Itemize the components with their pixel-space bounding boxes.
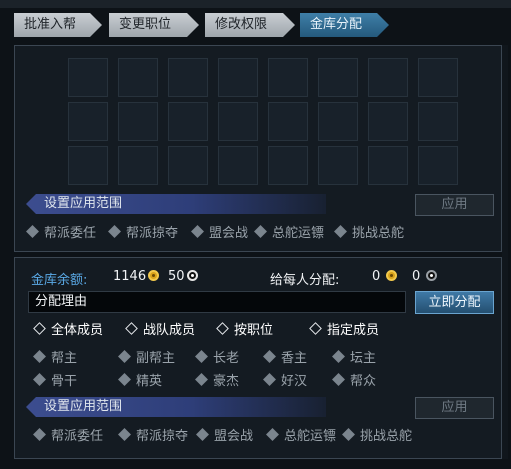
position-checkbox[interactable]: 长老 <box>195 350 239 368</box>
diamond-checkbox-icon <box>108 225 121 238</box>
per-member-silver[interactable]: 0 <box>412 269 438 284</box>
scope-header-top: 设置应用范围 <box>26 194 326 214</box>
scrollbar[interactable] <box>502 45 508 459</box>
item-slot[interactable] <box>368 102 408 141</box>
item-slot[interactable] <box>318 146 358 185</box>
diamond-checkbox-icon <box>334 225 347 238</box>
item-slot[interactable] <box>68 102 108 141</box>
position-checkbox[interactable]: 豪杰 <box>195 373 239 391</box>
diamond-checkbox-icon <box>195 350 208 363</box>
gold-coin-icon <box>148 270 160 281</box>
item-slot[interactable] <box>218 58 258 97</box>
item-slot[interactable] <box>218 102 258 141</box>
position-checkbox[interactable]: 副帮主 <box>118 350 175 368</box>
item-slot[interactable] <box>368 146 408 185</box>
scope-checkbox-bottom-3[interactable]: 总舵运镖 <box>266 428 336 446</box>
item-slot[interactable] <box>118 58 158 97</box>
diamond-checkbox-icon <box>332 350 345 363</box>
scope-checkbox-bottom-1[interactable]: 帮派掠夺 <box>118 428 188 446</box>
diamond-checkbox-icon <box>33 350 46 363</box>
position-checkbox[interactable]: 帮众 <box>332 373 376 391</box>
distribute-now-button[interactable]: 立即分配 <box>415 291 494 314</box>
diamond-checkbox-icon <box>33 373 46 386</box>
item-slot[interactable] <box>418 146 458 185</box>
silver-coin-icon <box>186 270 198 281</box>
position-checkbox[interactable]: 精英 <box>118 373 162 391</box>
gold-coin-icon <box>386 270 398 281</box>
item-slot[interactable] <box>268 146 308 185</box>
scope-header-bottom: 设置应用范围 <box>26 397 326 417</box>
item-slot[interactable] <box>268 58 308 97</box>
diamond-checkbox-icon <box>263 350 276 363</box>
scope-checkbox-top-0[interactable]: 帮派委任 <box>26 225 96 243</box>
position-checkbox[interactable]: 香主 <box>263 350 307 368</box>
position-checkbox[interactable]: 坛主 <box>332 350 376 368</box>
option-team-members[interactable]: 战队成员 <box>125 322 195 340</box>
per-member-gold[interactable]: 0 <box>372 269 398 284</box>
reason-input[interactable]: 分配理由 <box>28 291 406 313</box>
scope-checkbox-bottom-4[interactable]: 挑战总舵 <box>342 428 412 446</box>
item-slot[interactable] <box>218 146 258 185</box>
diamond-checkbox-icon <box>33 322 46 335</box>
scope-checkbox-bottom-2[interactable]: 盟会战 <box>196 428 253 446</box>
item-slot[interactable] <box>368 58 408 97</box>
item-slot[interactable] <box>118 146 158 185</box>
tab-change-position[interactable]: 变更职位 <box>109 13 199 37</box>
diamond-checkbox-icon <box>191 225 204 238</box>
scope-checkbox-bottom-0[interactable]: 帮派委任 <box>33 428 103 446</box>
scope-checkbox-top-4[interactable]: 挑战总舵 <box>334 225 404 243</box>
top-strip <box>0 0 511 8</box>
option-all-members[interactable]: 全体成员 <box>33 322 103 340</box>
item-slot[interactable] <box>418 102 458 141</box>
item-slot[interactable] <box>168 146 208 185</box>
diamond-checkbox-icon <box>118 350 131 363</box>
scope-checkbox-top-1[interactable]: 帮派掠夺 <box>108 225 178 243</box>
item-slot[interactable] <box>168 58 208 97</box>
tab-treasury-distribution[interactable]: 金库分配 <box>300 13 389 37</box>
diamond-checkbox-icon <box>196 428 209 441</box>
silver-balance: 50 <box>168 269 198 284</box>
position-checkbox[interactable]: 骨干 <box>33 373 77 391</box>
apply-button-bottom[interactable]: 应用 <box>415 397 494 419</box>
option-by-position[interactable]: 按职位 <box>216 322 273 340</box>
item-slot[interactable] <box>168 102 208 141</box>
diamond-checkbox-icon <box>332 373 345 386</box>
diamond-checkbox-icon <box>263 373 276 386</box>
diamond-checkbox-icon <box>309 322 322 335</box>
position-checkbox[interactable]: 好汉 <box>263 373 307 391</box>
diamond-checkbox-icon <box>254 225 267 238</box>
diamond-checkbox-icon <box>118 428 131 441</box>
diamond-checkbox-icon <box>216 322 229 335</box>
gold-balance: 1146 <box>113 269 160 284</box>
scope-checkbox-top-2[interactable]: 盟会战 <box>191 225 248 243</box>
item-slot[interactable] <box>318 58 358 97</box>
scope-title-top: 设置应用范围 <box>44 196 123 211</box>
option-specific-members[interactable]: 指定成员 <box>309 322 379 340</box>
item-slot[interactable] <box>68 58 108 97</box>
diamond-checkbox-icon <box>26 225 39 238</box>
apply-button-top[interactable]: 应用 <box>415 194 494 216</box>
balance-label: 金库余额: <box>31 273 88 288</box>
scope-title-bottom: 设置应用范围 <box>44 399 123 414</box>
item-slot[interactable] <box>418 58 458 97</box>
position-checkbox[interactable]: 帮主 <box>33 350 77 368</box>
item-slot[interactable] <box>118 102 158 141</box>
tab-modify-permissions[interactable]: 修改权限 <box>205 13 295 37</box>
diamond-checkbox-icon <box>125 322 138 335</box>
scope-checkbox-top-3[interactable]: 总舵运镖 <box>254 225 324 243</box>
item-slot[interactable] <box>268 102 308 141</box>
diamond-checkbox-icon <box>342 428 355 441</box>
diamond-checkbox-icon <box>266 428 279 441</box>
item-slot[interactable] <box>318 102 358 141</box>
item-slot[interactable] <box>68 146 108 185</box>
diamond-checkbox-icon <box>118 373 131 386</box>
per-member-label: 给每人分配: <box>270 273 340 288</box>
diamond-checkbox-icon <box>33 428 46 441</box>
silver-coin-icon <box>426 270 438 281</box>
tab-approve-join[interactable]: 批准入帮 <box>14 13 102 37</box>
diamond-checkbox-icon <box>195 373 208 386</box>
